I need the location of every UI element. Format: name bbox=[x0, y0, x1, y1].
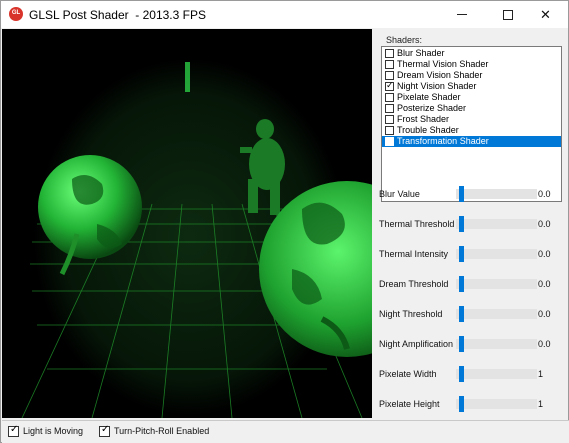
slider-track[interactable] bbox=[456, 399, 537, 409]
slider-track[interactable] bbox=[456, 369, 537, 379]
slider-value: 0.0 bbox=[538, 219, 551, 229]
slider-label: Night Amplification bbox=[379, 339, 454, 349]
shader-checkbox[interactable] bbox=[385, 93, 394, 102]
shader-list-item[interactable]: Transformation Shader bbox=[382, 136, 561, 147]
slider-thumb[interactable] bbox=[459, 276, 464, 292]
app-window: GL GLSL Post Shader - 2013.3 FPS ✕ Shade… bbox=[0, 0, 569, 443]
slider-thumb[interactable] bbox=[459, 306, 464, 322]
shader-label: Posterize Shader bbox=[397, 103, 467, 113]
shader-label: Thermal Vision Shader bbox=[397, 59, 489, 69]
slider-thumb[interactable] bbox=[459, 396, 464, 412]
slider-value: 0.0 bbox=[538, 249, 551, 259]
render-viewport[interactable] bbox=[2, 29, 372, 418]
shader-list-item[interactable]: Posterize Shader bbox=[382, 103, 561, 114]
slider-track[interactable] bbox=[456, 219, 537, 229]
shader-list-item[interactable]: Pixelate Shader bbox=[382, 92, 561, 103]
light-moving-label: Light is Moving bbox=[23, 426, 84, 436]
shader-checkbox[interactable] bbox=[385, 104, 394, 113]
slider-label: Thermal Intensity bbox=[379, 249, 449, 259]
shader-list-item[interactable]: Frost Shader bbox=[382, 114, 561, 125]
slider-thumb[interactable] bbox=[459, 216, 464, 232]
app-logo-icon: GL bbox=[9, 7, 23, 21]
slider-thumb[interactable] bbox=[459, 336, 464, 352]
slider-track[interactable] bbox=[456, 249, 537, 259]
minimize-button[interactable] bbox=[439, 1, 484, 28]
slider-row: Night Threshold 0.0 bbox=[373, 302, 568, 330]
shader-label: Night Vision Shader bbox=[397, 81, 477, 91]
window-title: GLSL Post Shader - 2013.3 FPS bbox=[29, 8, 206, 22]
slider-row: Thermal Threshold 0.0 bbox=[373, 212, 568, 240]
check-icon: ✓ bbox=[101, 424, 110, 435]
shader-label: Pixelate Shader bbox=[397, 92, 461, 102]
check-icon: ✓ bbox=[386, 80, 394, 90]
shader-list-item[interactable]: Trouble Shader bbox=[382, 125, 561, 136]
slider-value: 1 bbox=[538, 369, 544, 379]
slider-value: 0.0 bbox=[538, 339, 551, 349]
slider-value: 0.0 bbox=[538, 279, 551, 289]
slider-thumb[interactable] bbox=[459, 186, 464, 202]
shader-checkbox[interactable] bbox=[385, 115, 394, 124]
shader-checkbox[interactable] bbox=[385, 137, 394, 146]
shader-label: Blur Shader bbox=[397, 48, 445, 58]
shader-list-item[interactable]: Dream Vision Shader bbox=[382, 70, 561, 81]
shader-label: Trouble Shader bbox=[397, 125, 459, 135]
slider-track[interactable] bbox=[456, 309, 537, 319]
slider-track[interactable] bbox=[456, 339, 537, 349]
shader-label: Dream Vision Shader bbox=[397, 70, 483, 80]
turn-pitch-roll-label: Turn-Pitch-Roll Enabled bbox=[114, 426, 210, 436]
check-icon: ✓ bbox=[10, 424, 19, 435]
close-button[interactable]: ✕ bbox=[523, 1, 568, 28]
light-moving-checkbox-box[interactable]: ✓ bbox=[8, 424, 19, 437]
maximize-icon bbox=[502, 9, 513, 20]
shaders-label: Shaders: bbox=[386, 35, 423, 45]
slider-row: Night Amplification 0.0 bbox=[373, 332, 568, 360]
slider-value: 1 bbox=[538, 399, 544, 409]
slider-row: Pixelate Width 1 bbox=[373, 362, 568, 390]
slider-label: Pixelate Height bbox=[379, 399, 440, 409]
settings-panel: Shaders: Blur Shader Thermal Vision Shade… bbox=[373, 29, 568, 418]
shader-checkbox[interactable] bbox=[385, 49, 394, 58]
shader-label: Transformation Shader bbox=[397, 136, 489, 146]
slider-row: Blur Value 0.0 bbox=[373, 182, 568, 210]
title-bar[interactable]: GL GLSL Post Shader - 2013.3 FPS ✕ bbox=[1, 1, 568, 28]
shader-checkbox[interactable] bbox=[385, 60, 394, 69]
shader-checkbox[interactable]: ✓ bbox=[385, 80, 394, 91]
shader-listbox[interactable]: Blur Shader Thermal Vision Shader Dream Vi… bbox=[381, 46, 562, 202]
night-vision-scene bbox=[2, 29, 372, 418]
shader-checkbox[interactable] bbox=[385, 71, 394, 80]
app-logo-text: GL bbox=[11, 10, 21, 16]
slider-row: Dream Threshold 0.0 bbox=[373, 272, 568, 300]
slider-value: 0.0 bbox=[538, 189, 551, 199]
slider-thumb[interactable] bbox=[459, 366, 464, 382]
slider-row: Pixelate Height 1 bbox=[373, 392, 568, 418]
slider-label: Blur Value bbox=[379, 189, 420, 199]
shader-list-item[interactable]: Blur Shader bbox=[382, 48, 561, 59]
slider-thumb[interactable] bbox=[459, 246, 464, 262]
turn-pitch-roll-checkbox-box[interactable]: ✓ bbox=[99, 424, 110, 437]
slider-label: Night Threshold bbox=[379, 309, 443, 319]
minimize-icon bbox=[456, 14, 467, 15]
bottom-bar: ✓ Light is Moving ✓ Turn-Pitch-Roll Enab… bbox=[2, 420, 569, 443]
slider-track[interactable] bbox=[456, 189, 537, 199]
shader-label: Frost Shader bbox=[397, 114, 450, 124]
slider-label: Dream Threshold bbox=[379, 279, 449, 289]
slider-value: 0.0 bbox=[538, 309, 551, 319]
close-icon: ✕ bbox=[540, 6, 551, 22]
light-source bbox=[185, 62, 190, 92]
slider-label: Pixelate Width bbox=[379, 369, 437, 379]
shader-list-item[interactable]: ✓ Night Vision Shader bbox=[382, 80, 561, 92]
shader-checkbox[interactable] bbox=[385, 126, 394, 135]
slider-label: Thermal Threshold bbox=[379, 219, 455, 229]
shader-list-item[interactable]: Thermal Vision Shader bbox=[382, 59, 561, 70]
slider-row: Thermal Intensity 0.0 bbox=[373, 242, 568, 270]
slider-track[interactable] bbox=[456, 279, 537, 289]
